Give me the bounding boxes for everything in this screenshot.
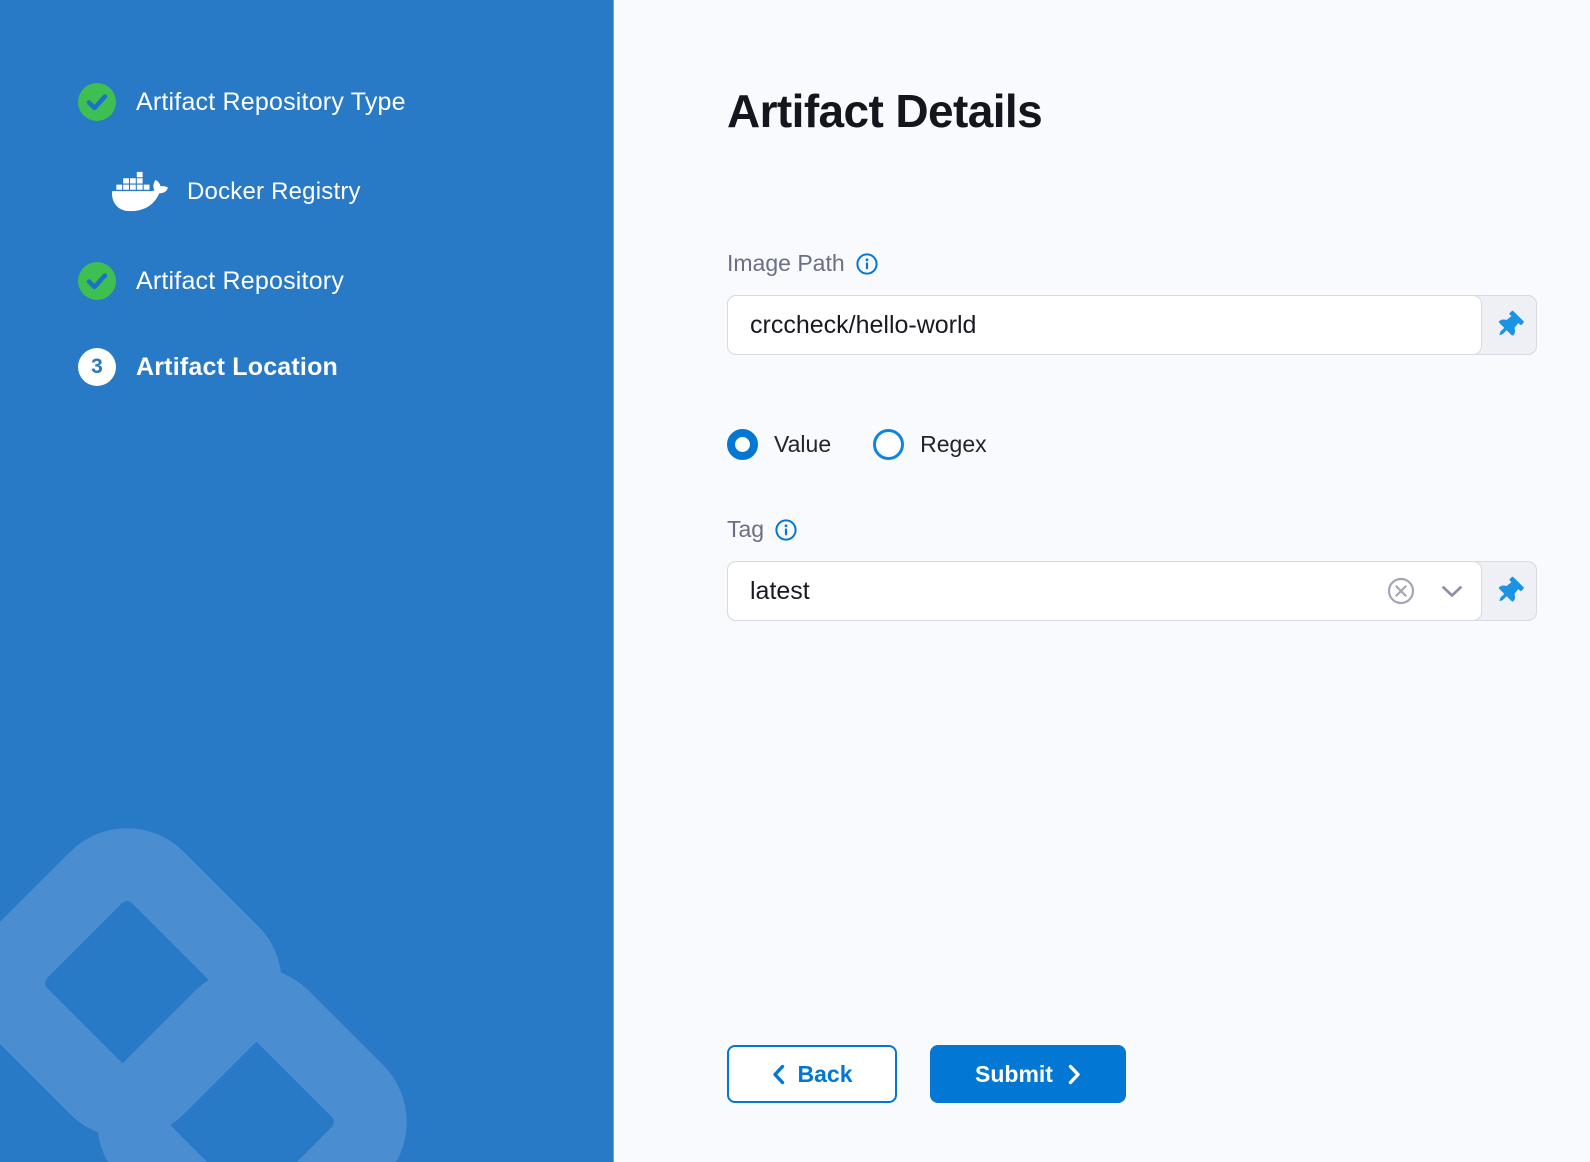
substep-docker-registry: Docker Registry: [112, 169, 613, 214]
substep-label: Docker Registry: [187, 178, 361, 206]
step-label: Artifact Repository Type: [136, 88, 406, 117]
clear-icon[interactable]: [1387, 577, 1415, 605]
image-path-field-group: [727, 295, 1537, 355]
step-artifact-repository[interactable]: Artifact Repository: [78, 262, 613, 300]
page-title: Artifact Details: [727, 84, 1590, 138]
tag-input-wrap: [727, 561, 1482, 621]
docker-whale-icon: [112, 169, 168, 214]
step-artifact-repository-type[interactable]: Artifact Repository Type: [78, 83, 613, 121]
chevron-left-icon: [772, 1064, 785, 1085]
info-icon[interactable]: [775, 519, 797, 541]
back-button-label: Back: [798, 1061, 853, 1088]
tag-input[interactable]: [750, 577, 1361, 606]
radio-label: Regex: [920, 431, 986, 458]
check-circle-icon: [78, 83, 116, 121]
step-label: Artifact Location: [136, 353, 338, 382]
radio-option-regex[interactable]: Regex: [873, 429, 986, 460]
artifact-wizard: Artifact Repository Type Docker Registry: [0, 0, 1590, 1162]
submit-button-label: Submit: [975, 1061, 1053, 1088]
radio-selected-icon[interactable]: [727, 429, 758, 460]
tag-field-group: [727, 561, 1537, 621]
wizard-footer: Back Submit: [727, 1045, 1590, 1103]
radio-unselected-icon[interactable]: [873, 429, 904, 460]
info-icon[interactable]: [856, 253, 878, 275]
tag-mode-radio-group: Value Regex: [727, 429, 1590, 460]
step-artifact-location[interactable]: 3 Artifact Location: [78, 348, 613, 386]
radio-option-value[interactable]: Value: [727, 429, 831, 460]
tag-label-row: Tag: [727, 516, 1590, 543]
submit-button[interactable]: Submit: [930, 1045, 1126, 1103]
image-path-input[interactable]: [750, 311, 1463, 340]
image-path-label-row: Image Path: [727, 250, 1590, 277]
tag-label: Tag: [727, 516, 764, 543]
step-number-badge: 3: [78, 348, 116, 386]
artifact-details-panel: Artifact Details Image Path: [614, 0, 1590, 1162]
chevron-down-icon[interactable]: [1441, 585, 1463, 598]
radio-label: Value: [774, 431, 831, 458]
image-path-label: Image Path: [727, 250, 845, 277]
chevron-right-icon: [1068, 1064, 1081, 1085]
wizard-steps: Artifact Repository Type Docker Registry: [0, 0, 613, 386]
pin-icon[interactable]: [1482, 562, 1536, 620]
step-label: Artifact Repository: [136, 267, 344, 296]
image-path-input-wrap: [727, 295, 1482, 355]
check-circle-icon: [78, 262, 116, 300]
wizard-sidebar: Artifact Repository Type Docker Registry: [0, 0, 614, 1162]
pin-icon[interactable]: [1482, 296, 1536, 354]
back-button[interactable]: Back: [727, 1045, 897, 1103]
